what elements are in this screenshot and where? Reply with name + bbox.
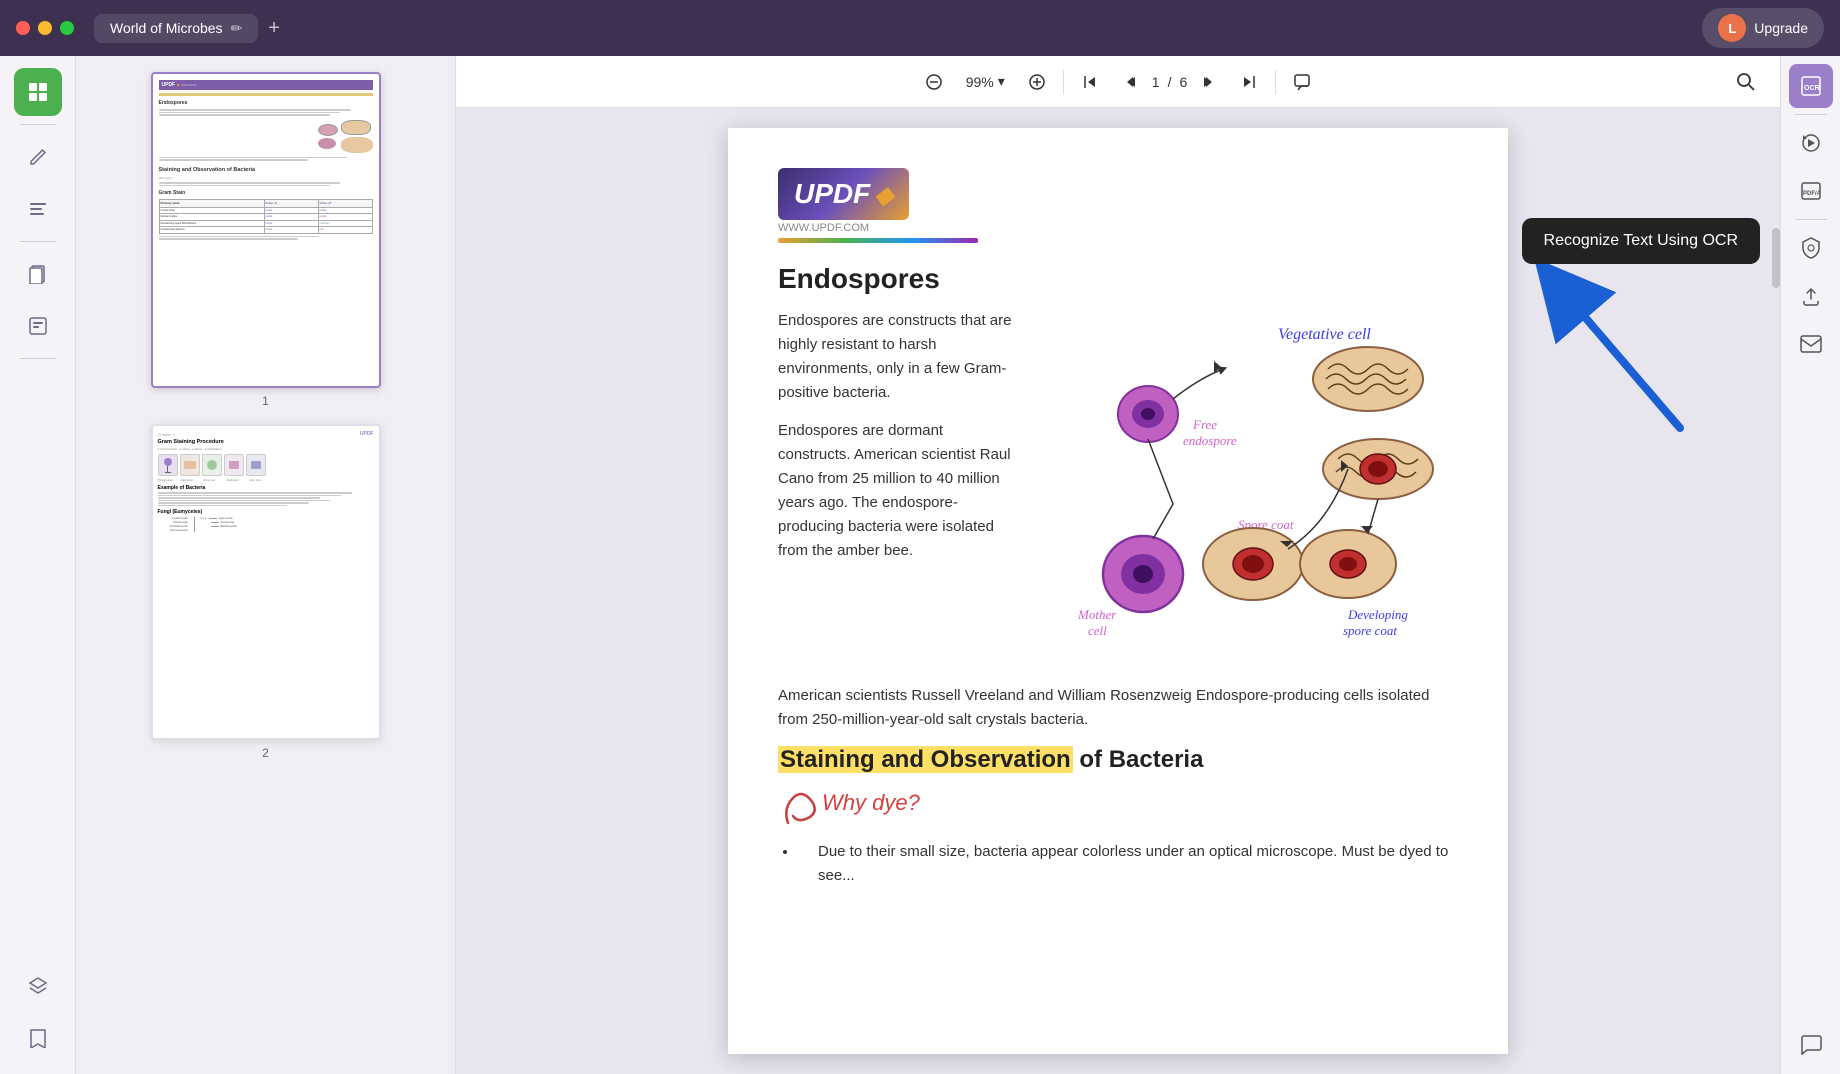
thumbnail-page-1[interactable]: UPDF ■ BACTERIA Endospores <box>151 72 381 408</box>
next-page-button[interactable] <box>1191 64 1227 100</box>
ocr-arrow <box>1500 248 1700 453</box>
total-pages: 6 <box>1179 74 1187 90</box>
right-divider-2 <box>1795 219 1827 220</box>
sidebar-item-forms[interactable] <box>14 302 62 350</box>
comment-button[interactable] <box>1284 64 1320 100</box>
ocr-tooltip-text: Recognize Text Using OCR <box>1544 232 1738 249</box>
thumbnail-page-2[interactable]: Chapter 2 UPDF Gram Staining Procedure ●… <box>151 424 381 760</box>
pdfa-button[interactable]: PDF/A <box>1789 169 1833 213</box>
updf-logo: UPDF ◆ <box>778 168 909 220</box>
svg-text:spore coat: spore coat <box>1343 623 1397 638</box>
bullet-point-1: Due to their small size, bacteria appear… <box>798 840 1458 888</box>
content-area: 99% ▾ 1 / 6 <box>456 56 1780 1074</box>
upgrade-button[interactable]: L Upgrade <box>1702 8 1824 48</box>
svg-text:Developing: Developing <box>1347 607 1408 622</box>
updf-banner: UPDF ◆ WWW.UPDF.COM <box>778 168 978 243</box>
active-tab[interactable]: World of Microbes ✏ <box>94 14 258 43</box>
sidebar-item-layers[interactable] <box>14 962 62 1010</box>
document-area: UPDF ◆ WWW.UPDF.COM Endospores Endospore… <box>456 108 1780 1074</box>
thumbnail-panel: UPDF ■ BACTERIA Endospores <box>76 56 456 1074</box>
toolbar-divider-1 <box>1063 70 1064 94</box>
traffic-lights <box>16 21 74 35</box>
avatar: L <box>1718 14 1746 42</box>
svg-text:OCR: OCR <box>1804 85 1820 92</box>
svg-text:endospore: endospore <box>1183 433 1237 448</box>
updf-logo-text: UPDF <box>794 178 870 209</box>
last-page-button[interactable] <box>1231 64 1267 100</box>
zoom-value: 99% <box>966 74 994 90</box>
maximize-button[interactable] <box>60 21 74 35</box>
sidebar-item-bookmark[interactable] <box>14 1014 62 1062</box>
updf-website: WWW.UPDF.COM <box>778 222 978 234</box>
zoom-out-button[interactable] <box>916 64 952 100</box>
svg-text:Vegetative cell: Vegetative cell <box>1278 326 1371 343</box>
sidebar-item-thumbnails[interactable] <box>14 68 62 116</box>
prev-page-button[interactable] <box>1112 64 1148 100</box>
endospores-para2: Endospores are dormant constructs. Ameri… <box>778 419 1018 563</box>
sidebar-item-pages[interactable] <box>14 250 62 298</box>
upgrade-label: Upgrade <box>1754 20 1808 36</box>
zoom-arrow-icon: ▾ <box>998 73 1005 90</box>
endospores-para3: American scientists Russell Vreeland and… <box>778 684 1458 732</box>
page-navigation: 1 / 6 <box>1152 74 1187 90</box>
tab-area: World of Microbes ✏ + <box>94 14 1702 43</box>
sidebar-divider-1 <box>20 124 56 125</box>
toolbar: 99% ▾ 1 / 6 <box>456 56 1780 108</box>
right-divider-1 <box>1795 114 1827 115</box>
endospores-para1: Endospores are constructs that are highl… <box>778 309 1018 405</box>
endospores-title: Endospores <box>778 263 1458 295</box>
sidebar-item-annotate[interactable] <box>14 185 62 233</box>
document-page: UPDF ◆ WWW.UPDF.COM Endospores Endospore… <box>728 128 1508 1054</box>
sidebar-divider-3 <box>20 358 56 359</box>
secure-button[interactable] <box>1789 226 1833 270</box>
staining-title: Staining and Observation of Bacteria <box>778 746 1458 774</box>
close-button[interactable] <box>16 21 30 35</box>
toolbar-divider-2 <box>1275 70 1276 94</box>
search-button[interactable] <box>1728 64 1764 100</box>
ocr-tooltip: Recognize Text Using OCR <box>1522 218 1760 264</box>
thumb-page-num-2: 2 <box>262 746 269 760</box>
svg-text:cell: cell <box>1088 623 1107 638</box>
titlebar: World of Microbes ✏ + L Upgrade <box>0 0 1840 56</box>
scrollbar-thumb[interactable] <box>1772 228 1780 288</box>
staining-highlight: Staining and Observation <box>778 746 1073 773</box>
sidebar-item-edit[interactable] <box>14 133 62 181</box>
tab-title: World of Microbes <box>110 20 223 36</box>
sidebar-divider-2 <box>20 241 56 242</box>
upload-button[interactable] <box>1789 274 1833 318</box>
thumb-page-num-1: 1 <box>262 394 269 408</box>
add-tab-button[interactable]: + <box>268 17 280 40</box>
curl-decoration <box>778 788 818 828</box>
left-sidebar <box>0 56 76 1074</box>
page-separator: / <box>1168 74 1172 90</box>
endospore-diagram: Vegetative cell Free endospore Spore coa… <box>1038 309 1458 669</box>
thumb-card-1[interactable]: UPDF ■ BACTERIA Endospores <box>151 72 381 388</box>
edit-icon[interactable]: ✏ <box>231 20 243 37</box>
thumb-card-2[interactable]: Chapter 2 UPDF Gram Staining Procedure ●… <box>151 424 381 740</box>
convert-button[interactable] <box>1789 121 1833 165</box>
ocr-button[interactable]: OCR <box>1789 64 1833 108</box>
first-page-button[interactable] <box>1072 64 1108 100</box>
mail-button[interactable] <box>1789 322 1833 366</box>
zoom-display[interactable]: 99% ▾ <box>956 69 1015 94</box>
right-sidebar: OCR PDF/A <box>1780 56 1840 1074</box>
main-layout: UPDF ■ BACTERIA Endospores <box>0 56 1840 1074</box>
svg-text:PDF/A: PDF/A <box>1803 191 1822 197</box>
current-page: 1 <box>1152 74 1160 90</box>
minimize-button[interactable] <box>38 21 52 35</box>
zoom-in-button[interactable] <box>1019 64 1055 100</box>
svg-text:Mother: Mother <box>1077 607 1117 622</box>
why-dye-text: Why dye? <box>822 790 920 816</box>
svg-text:Free: Free <box>1192 417 1217 432</box>
chat-button[interactable] <box>1789 1022 1833 1066</box>
staining-rest: of Bacteria <box>1079 746 1203 773</box>
